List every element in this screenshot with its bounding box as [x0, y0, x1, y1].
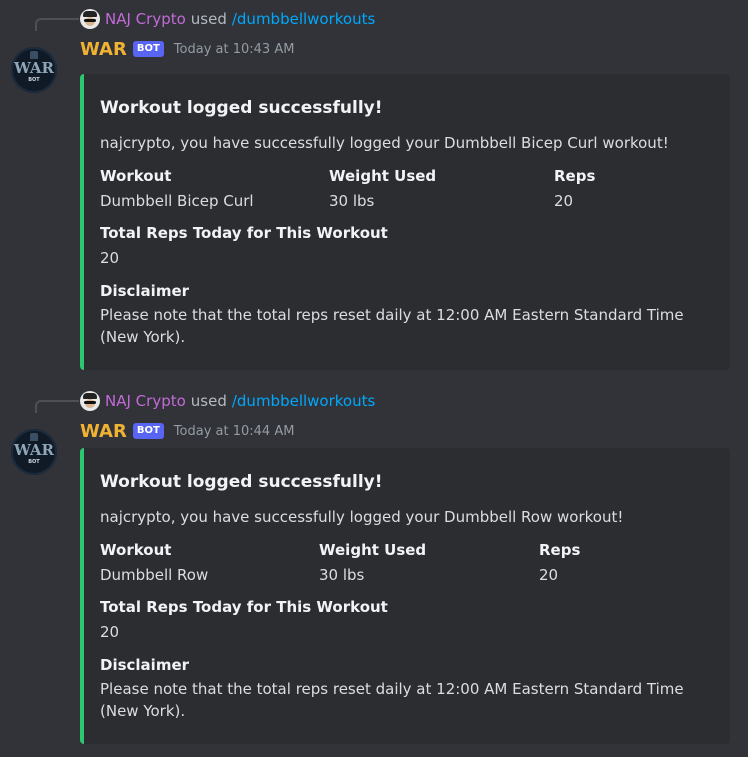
- chat-log: NAJ Crypto used /dumbbellworkouts WAR BO…: [0, 0, 748, 757]
- embed-description: najcrypto, you have successfully logged …: [100, 508, 624, 526]
- field-total-reps-value: 20: [100, 249, 120, 267]
- field-reps-name: Reps: [554, 167, 596, 185]
- field-weight-value: 30 lbs: [329, 192, 375, 210]
- reply-used-text: used: [190, 10, 227, 28]
- field-weight-name: Weight Used: [329, 167, 437, 185]
- reply-command-link[interactable]: /dumbbellworkouts: [232, 392, 375, 410]
- reply-connector: [35, 400, 79, 413]
- bot-avatar[interactable]: WAR BOT: [11, 429, 57, 475]
- bot-tag-badge: BOT: [132, 423, 164, 439]
- bot-tag-badge: BOT: [132, 41, 164, 57]
- reply-avatar[interactable]: [80, 391, 100, 411]
- avatar-logo-sub: BOT: [28, 459, 40, 465]
- field-disclaimer-name: Disclaimer: [100, 282, 190, 300]
- message-header: WAR BOT Today at 10:43 AM: [80, 32, 294, 66]
- embed-card: Workout logged successfully! najcrypto, …: [80, 74, 730, 370]
- reply-username[interactable]: NAJ Crypto: [105, 10, 186, 28]
- message-timestamp[interactable]: Today at 10:44 AM: [174, 424, 295, 439]
- field-total-reps-name: Total Reps Today for This Workout: [100, 598, 388, 616]
- reply-reference[interactable]: NAJ Crypto used /dumbbellworkouts: [80, 8, 375, 30]
- field-disclaimer-value: Please note that the total reps reset da…: [100, 680, 684, 720]
- field-reps-value: 20: [554, 192, 574, 210]
- field-workout-name: Workout: [100, 541, 172, 559]
- embed-card: Workout logged successfully! najcrypto, …: [80, 448, 730, 744]
- avatar-logo-sub: BOT: [28, 77, 40, 83]
- field-weight-value: 30 lbs: [319, 566, 365, 584]
- bot-avatar[interactable]: WAR BOT: [11, 47, 57, 93]
- message-2: NAJ Crypto used /dumbbellworkouts WAR BO…: [0, 390, 748, 750]
- reply-used-text: used: [190, 392, 227, 410]
- field-total-reps-value: 20: [100, 623, 120, 641]
- message-header: WAR BOT Today at 10:44 AM: [80, 414, 294, 448]
- message-timestamp[interactable]: Today at 10:43 AM: [174, 42, 295, 57]
- embed-title: Workout logged successfully!: [100, 98, 383, 118]
- reply-reference[interactable]: NAJ Crypto used /dumbbellworkouts: [80, 390, 375, 412]
- reply-connector: [35, 18, 79, 31]
- field-disclaimer-name: Disclaimer: [100, 656, 190, 674]
- message-1: NAJ Crypto used /dumbbellworkouts WAR BO…: [0, 8, 748, 370]
- reply-avatar[interactable]: [80, 9, 100, 29]
- bot-username[interactable]: WAR: [80, 421, 127, 442]
- field-reps-value: 20: [539, 566, 559, 584]
- avatar-logo-text: WAR: [14, 59, 54, 77]
- field-workout-name: Workout: [100, 167, 172, 185]
- avatar-logo-text: WAR: [14, 441, 54, 459]
- reply-username[interactable]: NAJ Crypto: [105, 392, 186, 410]
- field-workout-value: Dumbbell Bicep Curl: [100, 192, 254, 210]
- field-weight-name: Weight Used: [319, 541, 427, 559]
- reply-command-link[interactable]: /dumbbellworkouts: [232, 10, 375, 28]
- field-reps-name: Reps: [539, 541, 581, 559]
- embed-title: Workout logged successfully!: [100, 472, 383, 492]
- field-workout-value: Dumbbell Row: [100, 566, 209, 584]
- bot-username[interactable]: WAR: [80, 39, 127, 60]
- field-total-reps-name: Total Reps Today for This Workout: [100, 224, 388, 242]
- field-disclaimer-value: Please note that the total reps reset da…: [100, 306, 684, 346]
- embed-description: najcrypto, you have successfully logged …: [100, 134, 669, 152]
